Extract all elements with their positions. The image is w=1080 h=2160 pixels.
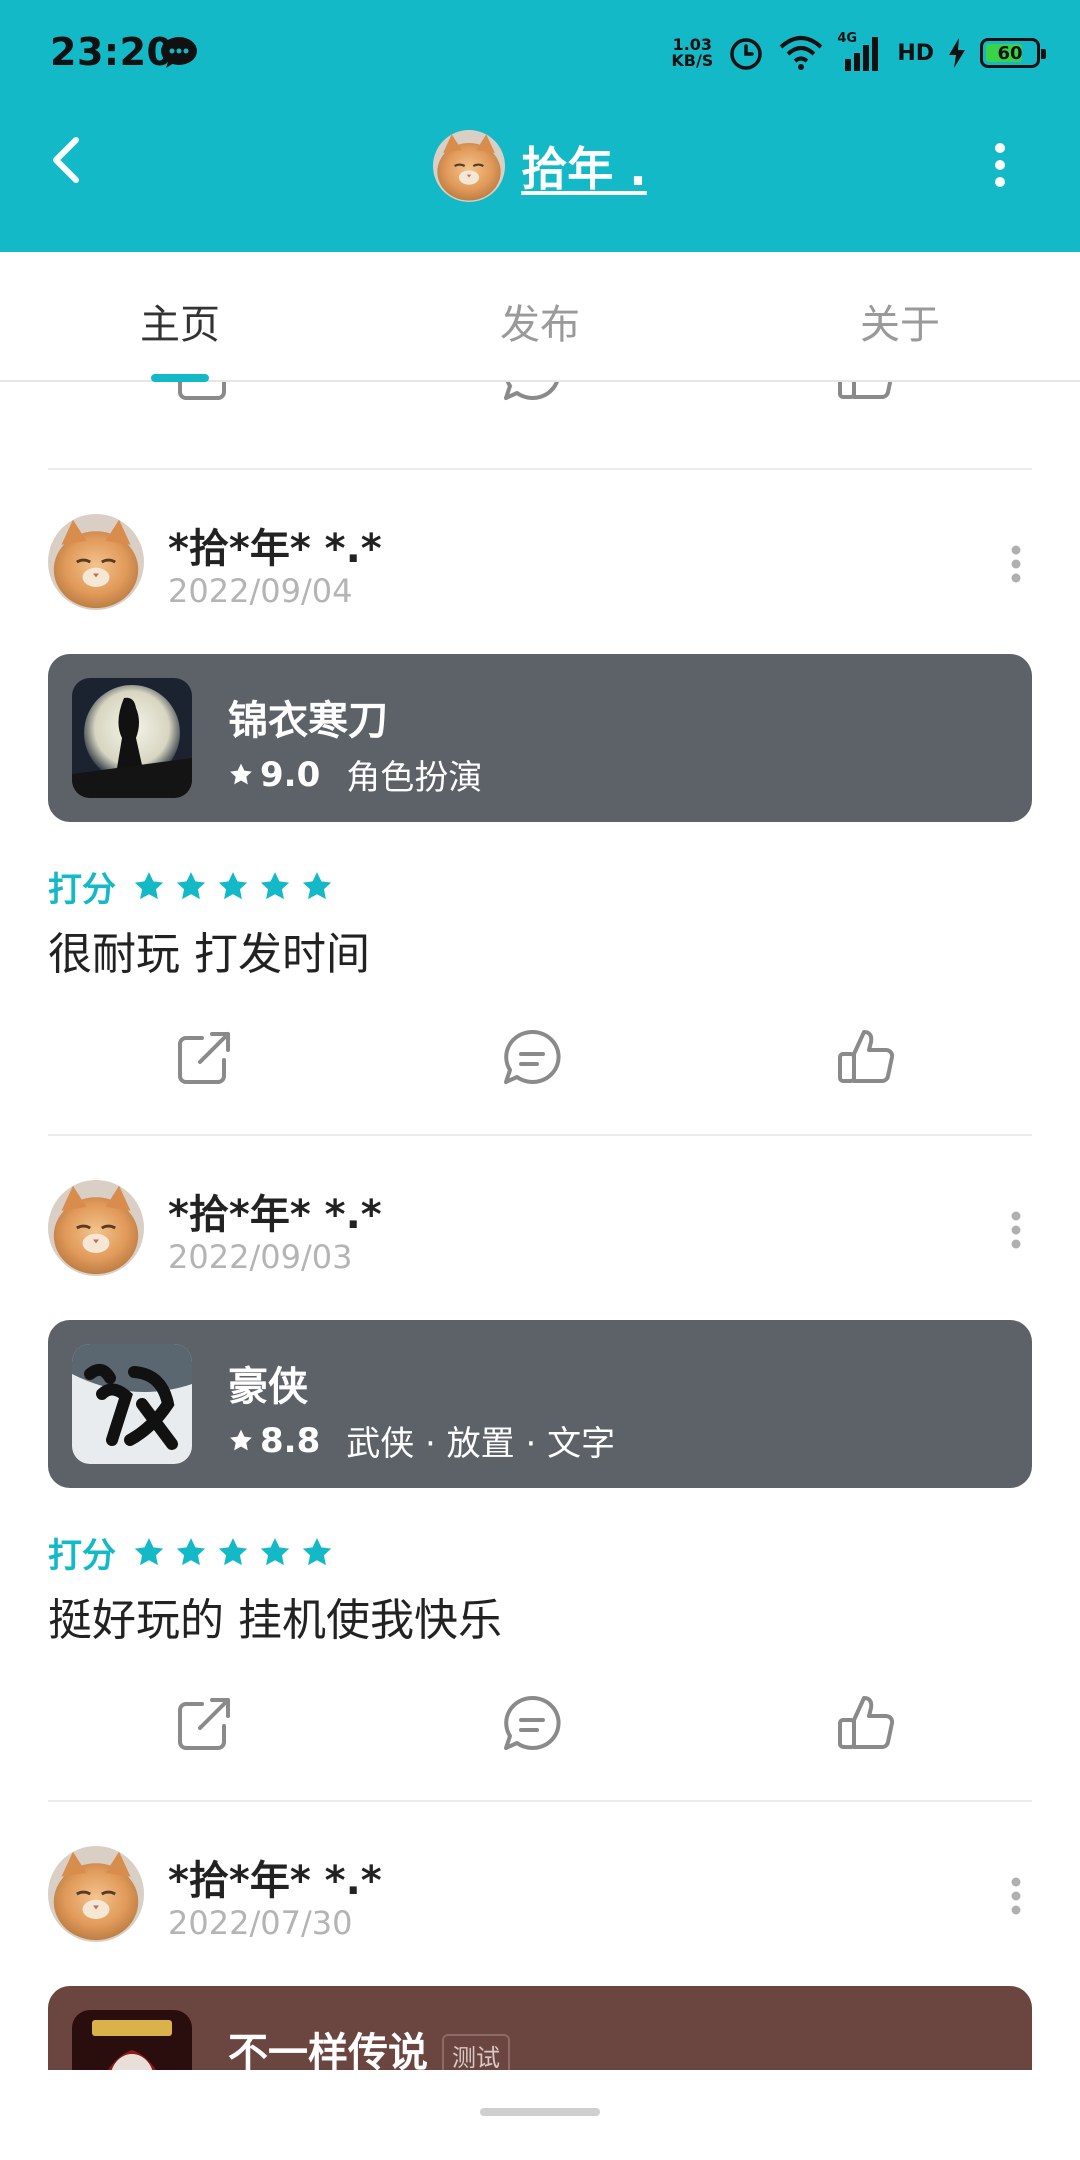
comment-icon[interactable]	[500, 1692, 564, 1756]
star-icon	[230, 763, 252, 784]
post-date: 2022/09/03	[168, 1238, 353, 1276]
star-rating	[132, 870, 334, 904]
battery-level: 60	[997, 42, 1023, 64]
more-options-icon[interactable]	[1010, 1876, 1022, 1916]
tab-bar: 主页 发布 关于	[0, 252, 1080, 382]
star-icon	[174, 1536, 208, 1570]
signal-icon: 4G	[837, 31, 883, 71]
hd-label: HD	[897, 40, 934, 66]
star-icon	[132, 870, 166, 904]
author-name[interactable]: *拾*年* *.*	[168, 1848, 382, 1906]
game-title-text: 不一样传说	[228, 2030, 428, 2070]
post-actions	[0, 1016, 1080, 1106]
chat-bubble-icon	[161, 37, 197, 68]
game-title: 不一样传说 测试	[228, 2020, 510, 2070]
like-icon[interactable]	[834, 1026, 898, 1090]
star-icon	[258, 1536, 292, 1570]
test-badge: 测试	[442, 2033, 510, 2070]
game-tags: 角色扮演	[346, 758, 483, 798]
divider	[48, 468, 1032, 470]
star-icon	[216, 1536, 250, 1570]
post-date: 2022/09/04	[168, 572, 353, 610]
game-icon	[72, 1344, 192, 1464]
tab-home[interactable]: 主页	[0, 292, 360, 350]
game-tags: 武侠 · 放置 · 文字	[346, 1424, 616, 1464]
rating: 打分	[48, 1528, 334, 1577]
comment-icon[interactable]	[500, 382, 564, 406]
page-title[interactable]: 拾年 .	[521, 133, 647, 199]
game-card[interactable]: 豪侠 8.8 武侠 · 放置 · 文字	[48, 1320, 1032, 1488]
more-options-icon[interactable]	[1010, 544, 1022, 584]
share-icon[interactable]	[172, 382, 236, 406]
signal-label: 4G	[837, 31, 858, 46]
game-meta: 9.0 角色扮演	[228, 750, 482, 799]
like-icon[interactable]	[834, 1692, 898, 1756]
avatar[interactable]	[48, 514, 144, 610]
post-actions	[0, 1682, 1080, 1772]
tab-about[interactable]: 关于	[720, 292, 1080, 350]
net-speed: 1.03 KB/S	[671, 37, 713, 69]
game-icon	[72, 678, 192, 798]
star-rating	[132, 1536, 334, 1570]
tab-publish[interactable]: 发布	[360, 292, 720, 350]
app-header: 23:20 1.03 KB/S 4G HD 60 拾年 .	[0, 0, 1080, 252]
charging-icon	[949, 38, 965, 68]
home-indicator[interactable]	[480, 2108, 600, 2116]
avatar[interactable]	[48, 1180, 144, 1276]
star-icon	[216, 870, 250, 904]
game-score: 8.8	[260, 1420, 321, 1461]
post-actions	[0, 382, 1080, 422]
status-icons: 1.03 KB/S 4G HD 60	[671, 28, 1046, 78]
review-text: 挺好玩的 挂机使我快乐	[48, 1595, 502, 1646]
game-card[interactable]: 不一样传说 测试	[48, 1986, 1032, 2070]
share-icon[interactable]	[172, 1692, 236, 1756]
divider	[48, 1800, 1032, 1802]
battery-icon: 60	[980, 38, 1046, 68]
comment-icon[interactable]	[500, 1026, 564, 1090]
header-profile[interactable]: 拾年 .	[0, 130, 1080, 202]
author-name[interactable]: *拾*年* *.*	[168, 1182, 382, 1240]
rating: 打分	[48, 862, 334, 911]
star-icon	[230, 1429, 252, 1450]
more-options-icon[interactable]	[1010, 1210, 1022, 1250]
status-bar: 23:20 1.03 KB/S 4G HD 60	[0, 0, 1080, 108]
game-title: 豪侠	[228, 1364, 308, 1410]
game-meta: 8.8 武侠 · 放置 · 文字	[228, 1416, 615, 1465]
post-feed[interactable]: *拾*年* *.* 2022/09/04 锦衣寒刀 9.0 角色扮演 打分 很耐…	[0, 382, 1080, 2070]
star-icon	[174, 870, 208, 904]
more-vertical-icon[interactable]	[990, 140, 1010, 190]
game-score: 9.0	[260, 754, 321, 795]
hd-call-icon: HD	[897, 41, 934, 66]
game-title: 锦衣寒刀	[228, 698, 388, 744]
share-icon[interactable]	[172, 1026, 236, 1090]
game-icon	[72, 2010, 192, 2070]
star-icon	[258, 870, 292, 904]
tab-indicator	[151, 374, 209, 382]
avatar	[433, 130, 505, 202]
star-icon	[300, 1536, 334, 1570]
review-text: 很耐玩 打发时间	[48, 929, 370, 980]
star-icon	[132, 1536, 166, 1570]
author-name[interactable]: *拾*年* *.*	[168, 516, 382, 574]
game-card[interactable]: 锦衣寒刀 9.0 角色扮演	[48, 654, 1032, 822]
net-speed-unit: KB/S	[671, 51, 714, 70]
rating-label: 打分	[48, 1536, 116, 1576]
star-icon	[300, 870, 334, 904]
divider	[48, 1134, 1032, 1136]
post-date: 2022/07/30	[168, 1904, 353, 1942]
wifi-icon	[779, 36, 823, 70]
like-icon[interactable]	[834, 382, 898, 406]
avatar[interactable]	[48, 1846, 144, 1942]
rating-label: 打分	[48, 870, 116, 910]
alarm-icon	[730, 38, 763, 70]
status-time: 23:20	[50, 30, 174, 74]
